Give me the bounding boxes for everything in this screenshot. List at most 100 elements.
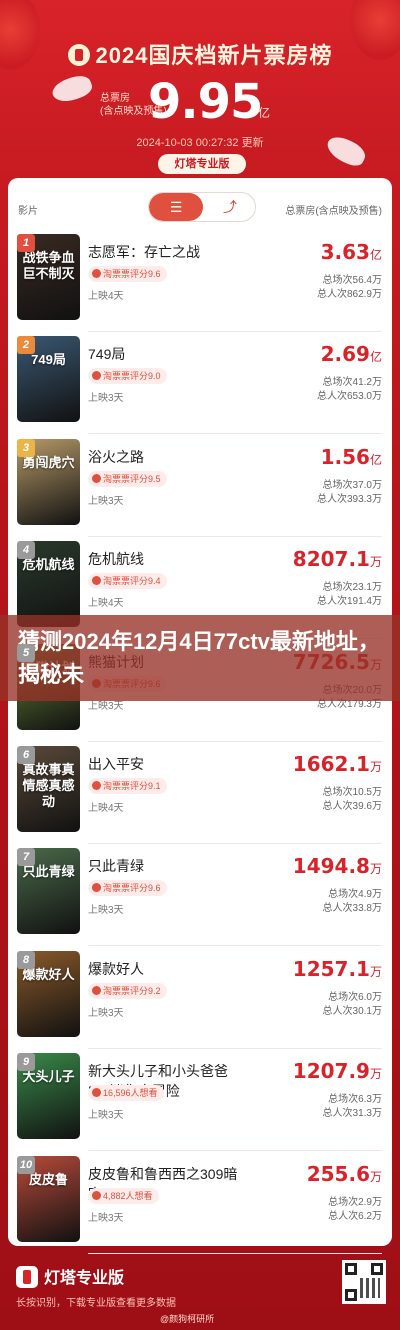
taopiaopiao-icon — [92, 269, 101, 278]
view-toggle[interactable]: ☰ ⤴ — [148, 192, 256, 222]
film-row[interactable]: 战铁争血巨不制灭 1 志愿军：存亡之战 淘票票评分9.6 上映4天 3.63亿 … — [8, 230, 392, 332]
score-text: 淘票票评分9.4 — [103, 576, 161, 587]
score-text: 16,596人想看 — [103, 1088, 158, 1099]
film-row[interactable]: 爆款好人 8 爆款好人 淘票票评分9.2 上映3天 1257.1万 总场次6.0… — [8, 947, 392, 1049]
score-text: 淘票票评分9.2 — [103, 985, 161, 996]
box-office-value: 2.69亿 — [321, 342, 382, 366]
release-days: 上映4天 — [88, 291, 124, 302]
dove-icon — [49, 71, 95, 107]
poster-title-art: 真故事真情感真感动 — [22, 762, 75, 809]
total-shows: 总场次6.0万 — [328, 991, 382, 1003]
rank-badge: 6 — [17, 746, 35, 764]
total-viewers: 总人次653.0万 — [316, 391, 382, 403]
total-shows: 总场次23.1万 — [322, 582, 382, 594]
box-office-unit: 万 — [369, 964, 382, 979]
poster-title-art: 大头儿子 — [22, 1069, 75, 1085]
taopiaopiao-icon — [92, 473, 101, 483]
maoyan-logo-icon — [67, 44, 90, 66]
film-row[interactable]: 勇闯虎穴 3 浴火之路 淘票票评分9.5 上映3天 1.56亿 总场次37.0万… — [8, 435, 392, 537]
release-days: 上映3天 — [88, 1110, 124, 1122]
header: 2024国庆档新片票房榜 总票房 (含点映及预售) 9.95 亿 2024-10… — [0, 0, 400, 178]
box-office-number: 1662.1 — [292, 752, 370, 776]
film-row[interactable]: 真故事真情感真感动 6 出入平安 淘票票评分9.1 上映4天 1662.1万 总… — [8, 742, 392, 844]
release-days: 上映3天 — [88, 393, 124, 405]
overlay-banner: 猜测2024年12月4日77ctv最新地址，揭秘未 — [0, 615, 400, 701]
total-viewers: 总人次191.4万 — [316, 596, 382, 608]
film-row[interactable]: 大头儿子 9 新大头儿子和小头爸爸5：迷你大冒险 16,596人想看 上映3天 … — [8, 1049, 392, 1152]
footer: 灯塔专业版 长按识别，下载专业版查看更多数据 @颜狗柯研所 — [0, 1246, 400, 1330]
taopiaopiao-icon — [92, 1088, 101, 1098]
rank-badge: 5 — [17, 643, 35, 662]
total-shows: 总场次6.3万 — [328, 1094, 382, 1106]
film-row[interactable]: 只此青绿 7 只此青绿 淘票票评分9.6 上映3天 1494.8万 总场次4.9… — [8, 844, 392, 947]
chart-view-button[interactable]: ⤴ — [203, 193, 255, 221]
score-text: 淘票票评分9.1 — [103, 781, 161, 791]
footer-brand-text: 灯塔专业版 — [44, 1270, 125, 1287]
brand-badge[interactable]: 灯塔专业版 — [158, 154, 246, 174]
film-name[interactable]: 出入平安 — [88, 754, 238, 774]
release-days: 上映3天 — [88, 1212, 124, 1224]
column-header-film: 影片 — [18, 206, 38, 217]
film-name[interactable]: 749局 — [88, 344, 238, 364]
score-badge: 4,882人想看 — [88, 1187, 159, 1204]
rank-badge: 4 — [17, 541, 35, 560]
score-text: 淘票票评分9.0 — [103, 371, 161, 382]
film-name[interactable]: 爆款好人 — [88, 959, 238, 979]
rank-badge: 2 — [17, 336, 35, 355]
rank-badge: 10 — [17, 1155, 35, 1174]
box-office-unit: 万 — [369, 1169, 382, 1184]
score-badge: 16,596人想看 — [88, 1085, 164, 1102]
box-office-value: 8207.1万 — [293, 547, 382, 571]
rank-badge: 3 — [17, 438, 35, 457]
box-office-number: 1257.1 — [292, 956, 370, 981]
release-days: 上映3天 — [88, 905, 124, 917]
release-days: 上映4天 — [88, 598, 124, 610]
release-days: 上映3天 — [88, 495, 124, 507]
box-office-number: 8207.1 — [292, 547, 370, 572]
taopiaopiao-icon — [92, 1190, 101, 1200]
box-office-number: 1207.9 — [292, 1059, 370, 1084]
film-name[interactable]: 只此青绿 — [88, 856, 238, 876]
box-office-unit: 亿 — [369, 350, 382, 365]
film-row[interactable]: 749局 2 749局 淘票票评分9.0 上映3天 2.69亿 总场次41.2万… — [8, 332, 392, 435]
footer-note: 长按识别，下载专业版查看更多数据 — [16, 1298, 176, 1309]
poster-title-art: 皮皮鲁 — [28, 1171, 68, 1187]
score-badge: 淘票票评分9.5 — [88, 470, 167, 487]
box-office-value: 1662.1万 — [293, 752, 382, 776]
total-viewers: 总人次862.9万 — [316, 289, 382, 300]
poster-title-art: 危机航线 — [22, 557, 75, 573]
film-name[interactable]: 危机航线 — [88, 549, 238, 569]
total-viewers: 总人次393.3万 — [316, 493, 382, 505]
trend-chart-icon: ⤴ — [223, 199, 237, 215]
box-office-value: 1494.8万 — [293, 854, 382, 878]
poster-title-art: 爆款好人 — [22, 966, 75, 982]
total-shows: 总场次2.9万 — [328, 1196, 382, 1208]
total-viewers: 总人次30.1万 — [322, 1005, 382, 1017]
poster-title-art: 只此青绿 — [22, 864, 75, 880]
ranking-card: 影片 ☰ ⤴ 总票房(含点映及预售) 战铁争血巨不制灭 1 志愿军：存亡之战 淘… — [8, 178, 392, 1254]
rank-badge: 8 — [17, 950, 35, 969]
taopiaopiao-icon — [92, 371, 101, 381]
taopiaopiao-icon — [92, 883, 101, 893]
total-shows: 总场次10.5万 — [322, 787, 382, 798]
column-header-box-office: 总票房(含点映及预售) — [285, 206, 382, 217]
score-text: 淘票票评分9.6 — [103, 269, 161, 279]
taopiaopiao-icon — [92, 576, 101, 586]
poster-title-art: 749局 — [31, 352, 66, 368]
film-name[interactable]: 浴火之路 — [88, 447, 238, 467]
box-office-number: 2.69 — [320, 342, 370, 367]
weibo-watermark: @颜狗柯研所 — [160, 1314, 215, 1324]
release-days: 上映4天 — [88, 803, 124, 814]
total-viewers: 总人次39.6万 — [322, 801, 382, 812]
total-viewers: 总人次31.3万 — [322, 1108, 382, 1120]
brand-badge-label: 灯塔专业版 — [174, 158, 230, 170]
film-name[interactable]: 志愿军：存亡之战 — [88, 242, 238, 262]
list-view-button[interactable]: ☰ — [149, 193, 203, 221]
update-timestamp: 2024-10-03 00:27:32 更新 — [136, 137, 264, 149]
box-office-number: 255.6 — [306, 1161, 370, 1186]
taopiaopiao-icon — [92, 781, 101, 790]
film-row[interactable]: 皮皮鲁 10 皮皮鲁和鲁西西之309暗室 4,882人想看 上映3天 255.6… — [8, 1152, 392, 1254]
qr-code[interactable] — [342, 1260, 386, 1304]
box-office-unit: 亿 — [369, 452, 382, 467]
box-office-value: 1207.9万 — [293, 1059, 382, 1083]
